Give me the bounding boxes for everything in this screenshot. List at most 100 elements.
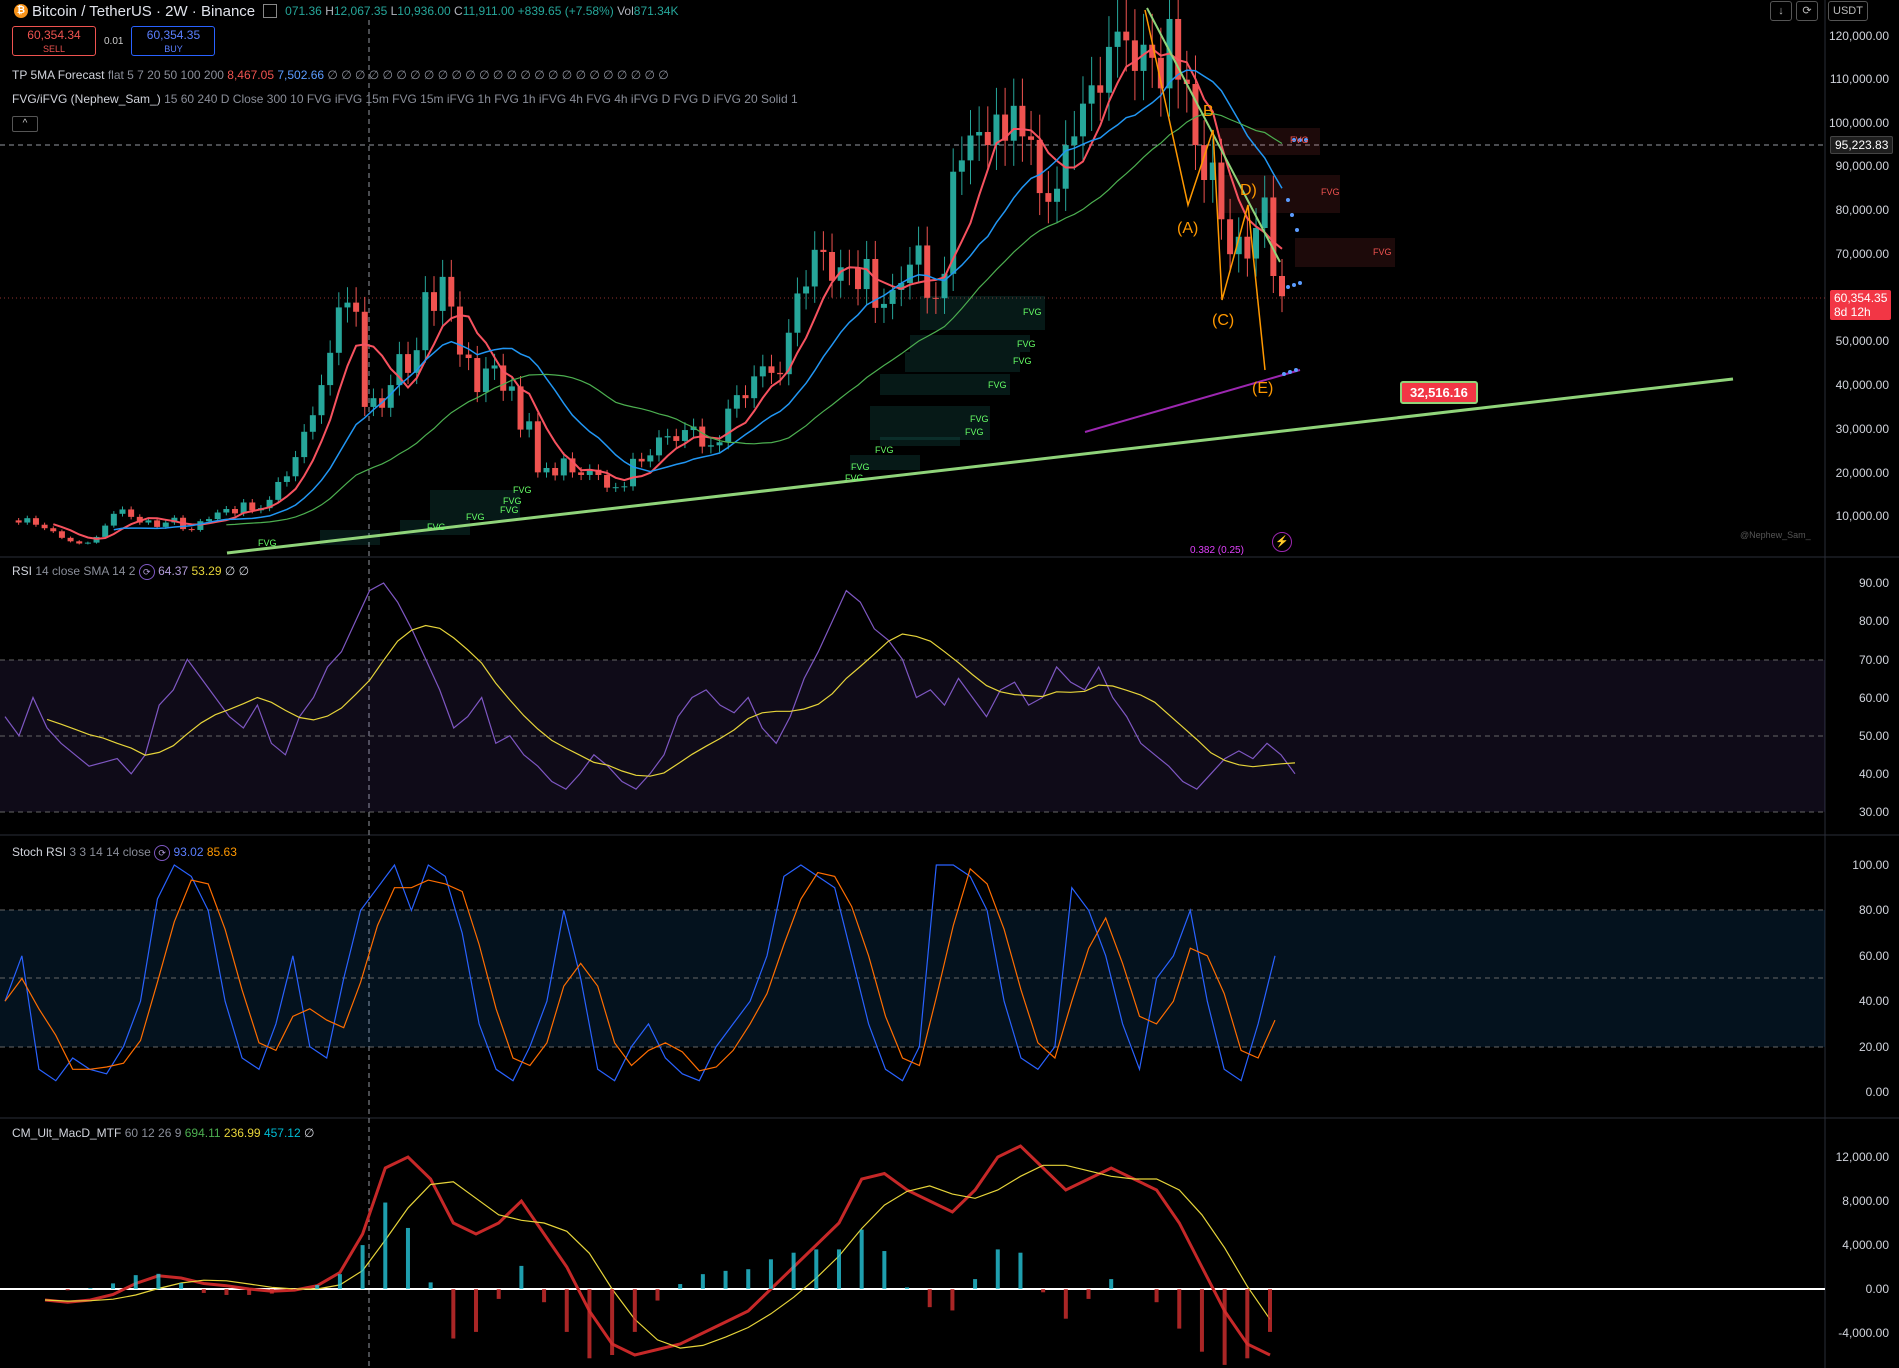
macd-histogram-bar (383, 1202, 388, 1289)
fvg-label: FVG (1023, 307, 1042, 317)
wave-label-e: (E) (1252, 380, 1274, 397)
candle-body (1045, 193, 1052, 202)
fvg-label: FVG (851, 462, 870, 472)
fvg-indicator-legend[interactable]: FVG/iFVG (Nephew_Sam_) 15 60 240 D Close… (12, 92, 798, 106)
stoch-rsi-legend[interactable]: Stoch RSI 3 3 14 14 close ⟳ 93.02 85.63 (12, 845, 237, 861)
spread-value: 0.01 (104, 35, 124, 47)
fvg-label: FVG (513, 485, 532, 495)
candle-body (803, 286, 810, 294)
candle-body (32, 518, 39, 525)
rsi-axis-tick-label: 80.00 (1858, 614, 1889, 628)
macd-histogram-bar (156, 1273, 161, 1289)
candle-body (353, 302, 360, 312)
candle-body (526, 421, 533, 430)
price-axis-tick-label: 100,000.00 (1828, 116, 1889, 130)
price-axis-tick-label: 110,000.00 (1829, 72, 1889, 86)
crosshair-price-tag: 95,223.83 (1830, 136, 1894, 154)
fvg-zone (905, 352, 1020, 372)
chart-canvas[interactable] (0, 0, 1899, 1368)
stoch-axis-tick-label: 100.00 (1852, 858, 1889, 872)
download-arrow-icon[interactable]: ↓ (1770, 1, 1792, 21)
candle-body (759, 366, 766, 377)
ma-red-line (52, 47, 1283, 540)
candle-body (1010, 105, 1017, 141)
candle-body (231, 509, 238, 514)
rsi-legend[interactable]: RSI 14 close SMA 14 2 ⟳ 64.37 53.29 ∅ ∅ (12, 564, 249, 580)
macd-histogram-bar (564, 1289, 569, 1332)
refresh-icon[interactable]: ⟳ (1796, 1, 1818, 21)
candle-body (560, 458, 567, 476)
candle-body (621, 486, 628, 488)
candle-body (534, 421, 541, 473)
fvg-label: FVG (1013, 356, 1032, 366)
fvg-zone (910, 335, 1030, 352)
sync-icon[interactable]: ⟳ (138, 564, 155, 580)
macd-histogram-bar (632, 1289, 637, 1332)
candle-body (24, 518, 31, 523)
rsi-axis-tick-label: 60.00 (1858, 691, 1889, 705)
candle-body (1088, 85, 1095, 104)
candle-body (829, 252, 836, 281)
candle-body (647, 455, 654, 462)
macd-histogram-bar (655, 1289, 660, 1301)
price-axis-tick-label: 30,000.00 (1835, 422, 1889, 436)
fvg-label: FVG (500, 505, 519, 515)
stoch-axis-tick-label: 40.00 (1858, 994, 1889, 1008)
lightning-icon[interactable]: ⚡ (1272, 532, 1292, 552)
macd-axis-tick-label: 8,000.00 (1842, 1194, 1889, 1208)
collapse-legend-button[interactable]: ^ (12, 116, 38, 132)
candle-body (50, 528, 57, 532)
fib-level-label: 0.382 (0.25) (1190, 545, 1244, 556)
symbol-title[interactable]: Bitcoin / TetherUS · 2W · Binance (32, 3, 255, 20)
candle-body (1253, 228, 1260, 259)
stoch-axis-tick-label: 20.00 (1858, 1040, 1889, 1054)
macd-histogram-bar (882, 1251, 887, 1289)
macd-histogram-bar (247, 1289, 252, 1295)
macd-histogram-bar (474, 1289, 479, 1332)
candle-body (145, 520, 152, 523)
candle-body (119, 509, 126, 514)
macd-histogram-bar (428, 1282, 433, 1289)
candle-body (292, 457, 299, 477)
candle-body (863, 258, 870, 290)
settings-square-icon[interactable] (263, 4, 278, 18)
macd-histogram-bar (700, 1274, 705, 1289)
candle-body (318, 385, 325, 416)
stoch-axis-tick-label: 0.00 (1865, 1085, 1889, 1099)
candle-body (482, 368, 489, 393)
macd-histogram-bar (995, 1249, 1000, 1289)
macd-legend[interactable]: CM_Ult_MacD_MTF 60 12 26 9 694.11 236.99… (12, 1126, 314, 1140)
currency-selector[interactable]: USDT (1828, 1, 1868, 21)
macd-histogram-bar (179, 1283, 184, 1289)
macd-histogram-bar (201, 1289, 206, 1293)
sell-button[interactable]: 60,354.34 SELL (12, 26, 96, 56)
candle-body (794, 293, 801, 333)
forecast-dot (1295, 228, 1299, 232)
buy-button[interactable]: 60,354.35 BUY (131, 26, 216, 56)
price-axis-tick-label: 80,000.00 (1835, 203, 1889, 217)
forecast-dot (1288, 370, 1292, 374)
sync-icon[interactable]: ⟳ (154, 845, 171, 861)
candle-body (742, 395, 749, 399)
candle-body (993, 114, 1000, 146)
macd-histogram-bar (1268, 1289, 1272, 1332)
candle-body (552, 468, 559, 476)
candle-body (474, 358, 481, 393)
candle-body (681, 430, 688, 441)
candle-body (84, 542, 91, 544)
candle-body (422, 292, 429, 351)
candle-body (67, 537, 74, 542)
tp-indicator-legend[interactable]: TP 5MA Forecast flat 5 7 20 50 100 200 8… (12, 68, 669, 82)
candle-body (456, 306, 463, 355)
candle-body (214, 512, 221, 520)
macd-histogram-bar (746, 1269, 751, 1289)
fvg-label: FVG (988, 380, 1007, 390)
macd-axis-tick-label: 12,000.00 (1835, 1150, 1889, 1164)
candle-body (154, 520, 161, 527)
candle-body (924, 245, 931, 298)
ohlc-readout: 071.36 H12,067.35 L10,936.00 C11,911.00 … (285, 4, 679, 18)
fvg-label: FVG (1373, 247, 1392, 257)
candle-body (1131, 40, 1138, 71)
candle-body (275, 481, 282, 500)
ma-green-line (226, 112, 1283, 526)
